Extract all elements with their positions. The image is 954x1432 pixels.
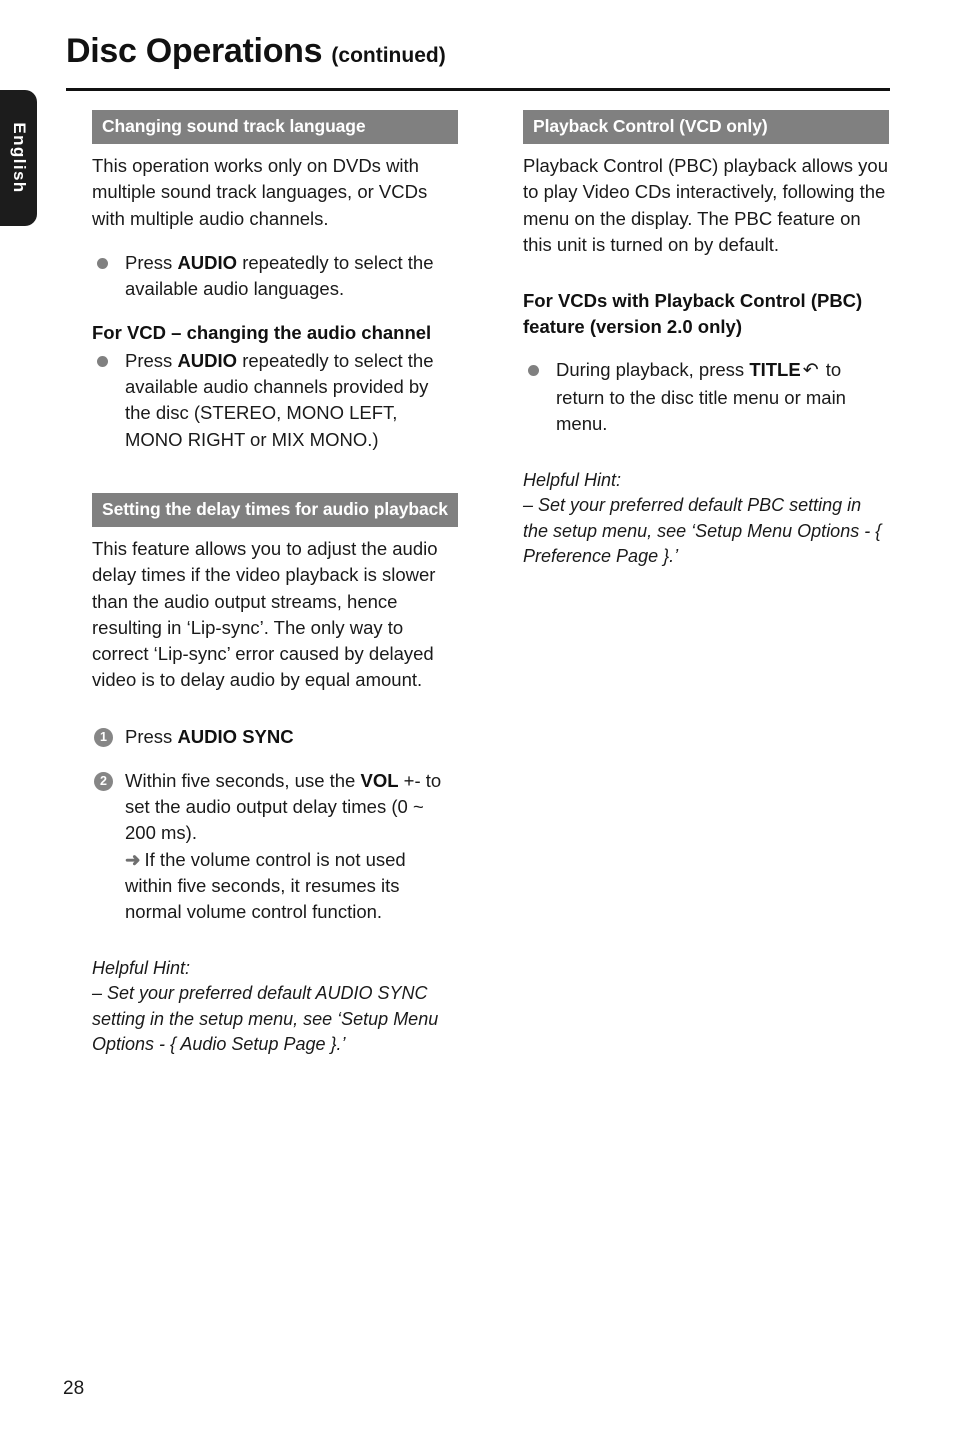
right-column: Playback Control (VCD only) Playback Con… [523, 110, 889, 570]
helpful-hint-body: – Set your preferred default PBC setting… [523, 495, 882, 567]
language-tab-english: English [0, 90, 37, 226]
subheading-for-vcd-audio-channel: For VCD – changing the audio channel [92, 322, 432, 344]
step2-pre: Within five seconds, use the [125, 769, 361, 791]
bullet-title-key: TITLE [749, 359, 801, 381]
step-number-badge: 1 [94, 727, 113, 747]
helpful-hint-title: Helpful Hint: [92, 957, 191, 978]
bullet-press-audio-languages: Press AUDIO repeatedly to select the ava… [92, 250, 458, 303]
paragraph-delay-times-intro: This feature allows you to adjust the au… [92, 538, 438, 691]
left-column: Changing sound track language This opera… [92, 110, 458, 1058]
right-arrow-icon: ➜ [125, 848, 141, 870]
bullet-audio-chan-pre: Press [125, 349, 178, 371]
section-bar-setting-delay-times: Setting the delay times for audio playba… [92, 493, 458, 528]
helpful-hint-title: Helpful Hint: [523, 469, 622, 490]
step-press-audio-sync: 1 Press AUDIO SYNC [92, 724, 458, 750]
page-header: Disc Operations (continued) [66, 32, 890, 70]
step2-note-text: If the volume control is not used within… [125, 848, 406, 923]
bullet-press-audio-channels: Press AUDIO repeatedly to select the ava… [92, 348, 458, 453]
helpful-hint-audio-sync: Helpful Hint: – Set your preferred defau… [92, 956, 458, 1058]
step1-key: AUDIO SYNC [177, 725, 294, 747]
subheading-for-vcds-with-pbc: For VCDs with Playback Control (PBC) fea… [523, 290, 863, 337]
section-bar-playback-control: Playback Control (VCD only) [523, 110, 889, 145]
bullet-audio-lang-key: AUDIO [177, 251, 238, 273]
header-divider [66, 88, 890, 91]
step1-pre: Press [125, 725, 178, 747]
language-tab-label: English [9, 122, 29, 194]
helpful-hint-body: – Set your preferred default AUDIO SYNC … [92, 983, 439, 1055]
bullet-press-title-return: During playback, press TITLE ↶ to return … [523, 357, 889, 438]
step2-note: ➜ If the volume control is not used withi… [125, 847, 458, 926]
bullet-dot-icon [528, 365, 539, 377]
step-set-delay-within-five-seconds: 2 Within five seconds, use the VOL +- to… [92, 768, 458, 926]
bullet-dot-icon [97, 355, 108, 367]
step2-key: VOL [360, 769, 399, 791]
step-number-badge: 2 [94, 771, 113, 791]
helpful-hint-pbc: Helpful Hint: – Set your preferred defau… [523, 468, 889, 570]
section-bar-changing-sound-track-language: Changing sound track language [92, 110, 458, 145]
bullet-audio-lang-pre: Press [125, 251, 178, 273]
bullet-dot-icon [97, 257, 108, 269]
bullet-audio-chan-key: AUDIO [177, 349, 238, 371]
page-title: Disc Operations (continued) [66, 32, 890, 70]
bullet-title-pre: During playback, press [556, 359, 750, 381]
page-title-main: Disc Operations [66, 32, 323, 70]
return-arrow-icon: ↶ [802, 360, 819, 382]
paragraph-sound-track-intro: This operation works only on DVDs with m… [92, 155, 428, 229]
page-title-continued: (continued) [331, 44, 446, 67]
paragraph-playback-control-intro: Playback Control (PBC) playback allows y… [523, 155, 889, 255]
page-number: 28 [63, 1378, 85, 1399]
manual-page: English Disc Operations (continued) Chan… [0, 0, 954, 1432]
